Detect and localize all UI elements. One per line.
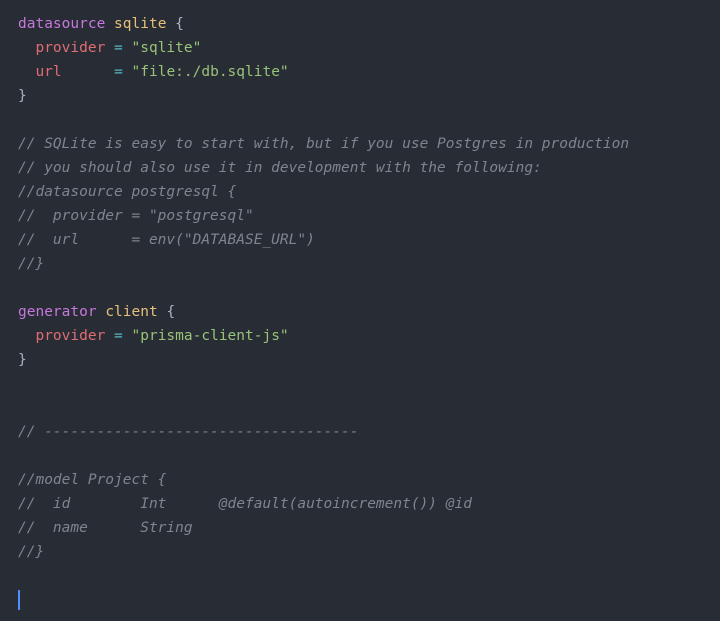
brace: { [175, 16, 184, 32]
code-line: generator client { [18, 300, 702, 324]
comment: // ------------------------------------ [18, 424, 358, 440]
code-line: provider = "sqlite" [18, 36, 702, 60]
comment: //} [18, 256, 44, 272]
code-line [18, 276, 702, 300]
brace: } [18, 88, 27, 104]
keyword: generator [18, 304, 97, 320]
comment: // SQLite is easy to start with, but if … [18, 136, 629, 152]
operator: = [114, 328, 123, 344]
code-line: } [18, 348, 702, 372]
code-line: } [18, 84, 702, 108]
code-line: url = "file:./db.sqlite" [18, 60, 702, 84]
code-line [18, 372, 702, 396]
code-editor[interactable]: datasource sqlite { provider = "sqlite" … [18, 12, 702, 612]
cursor-icon [18, 590, 20, 610]
property: url [35, 64, 61, 80]
operator: = [114, 40, 123, 56]
code-line: //} [18, 252, 702, 276]
comment: // name String [18, 520, 193, 536]
code-line: // ------------------------------------ [18, 420, 702, 444]
code-line: //datasource postgresql { [18, 180, 702, 204]
string: "prisma-client-js" [132, 328, 289, 344]
code-line [18, 396, 702, 420]
string: "file:./db.sqlite" [132, 64, 289, 80]
comment: // url = env("DATABASE_URL") [18, 232, 315, 248]
brace: } [18, 352, 27, 368]
code-line: // you should also use it in development… [18, 156, 702, 180]
code-line [18, 564, 702, 588]
comment: // you should also use it in development… [18, 160, 542, 176]
string: "sqlite" [132, 40, 202, 56]
code-line: datasource sqlite { [18, 12, 702, 36]
code-line: // provider = "postgresql" [18, 204, 702, 228]
property: provider [35, 328, 105, 344]
operator: = [114, 64, 123, 80]
code-line [18, 588, 702, 612]
code-line: // SQLite is easy to start with, but if … [18, 132, 702, 156]
code-line: // name String [18, 516, 702, 540]
code-line: provider = "prisma-client-js" [18, 324, 702, 348]
code-line: // url = env("DATABASE_URL") [18, 228, 702, 252]
keyword: datasource [18, 16, 105, 32]
identifier: client [105, 304, 157, 320]
comment: //model Project { [18, 472, 166, 488]
code-line [18, 108, 702, 132]
code-line: //model Project { [18, 468, 702, 492]
code-line: //} [18, 540, 702, 564]
code-line [18, 444, 702, 468]
comment: //} [18, 544, 44, 560]
identifier: sqlite [114, 16, 166, 32]
comment: // provider = "postgresql" [18, 208, 254, 224]
property: provider [35, 40, 105, 56]
brace: { [166, 304, 175, 320]
comment: // id Int @default(autoincrement()) @id [18, 496, 472, 512]
comment: //datasource postgresql { [18, 184, 236, 200]
code-line: // id Int @default(autoincrement()) @id [18, 492, 702, 516]
